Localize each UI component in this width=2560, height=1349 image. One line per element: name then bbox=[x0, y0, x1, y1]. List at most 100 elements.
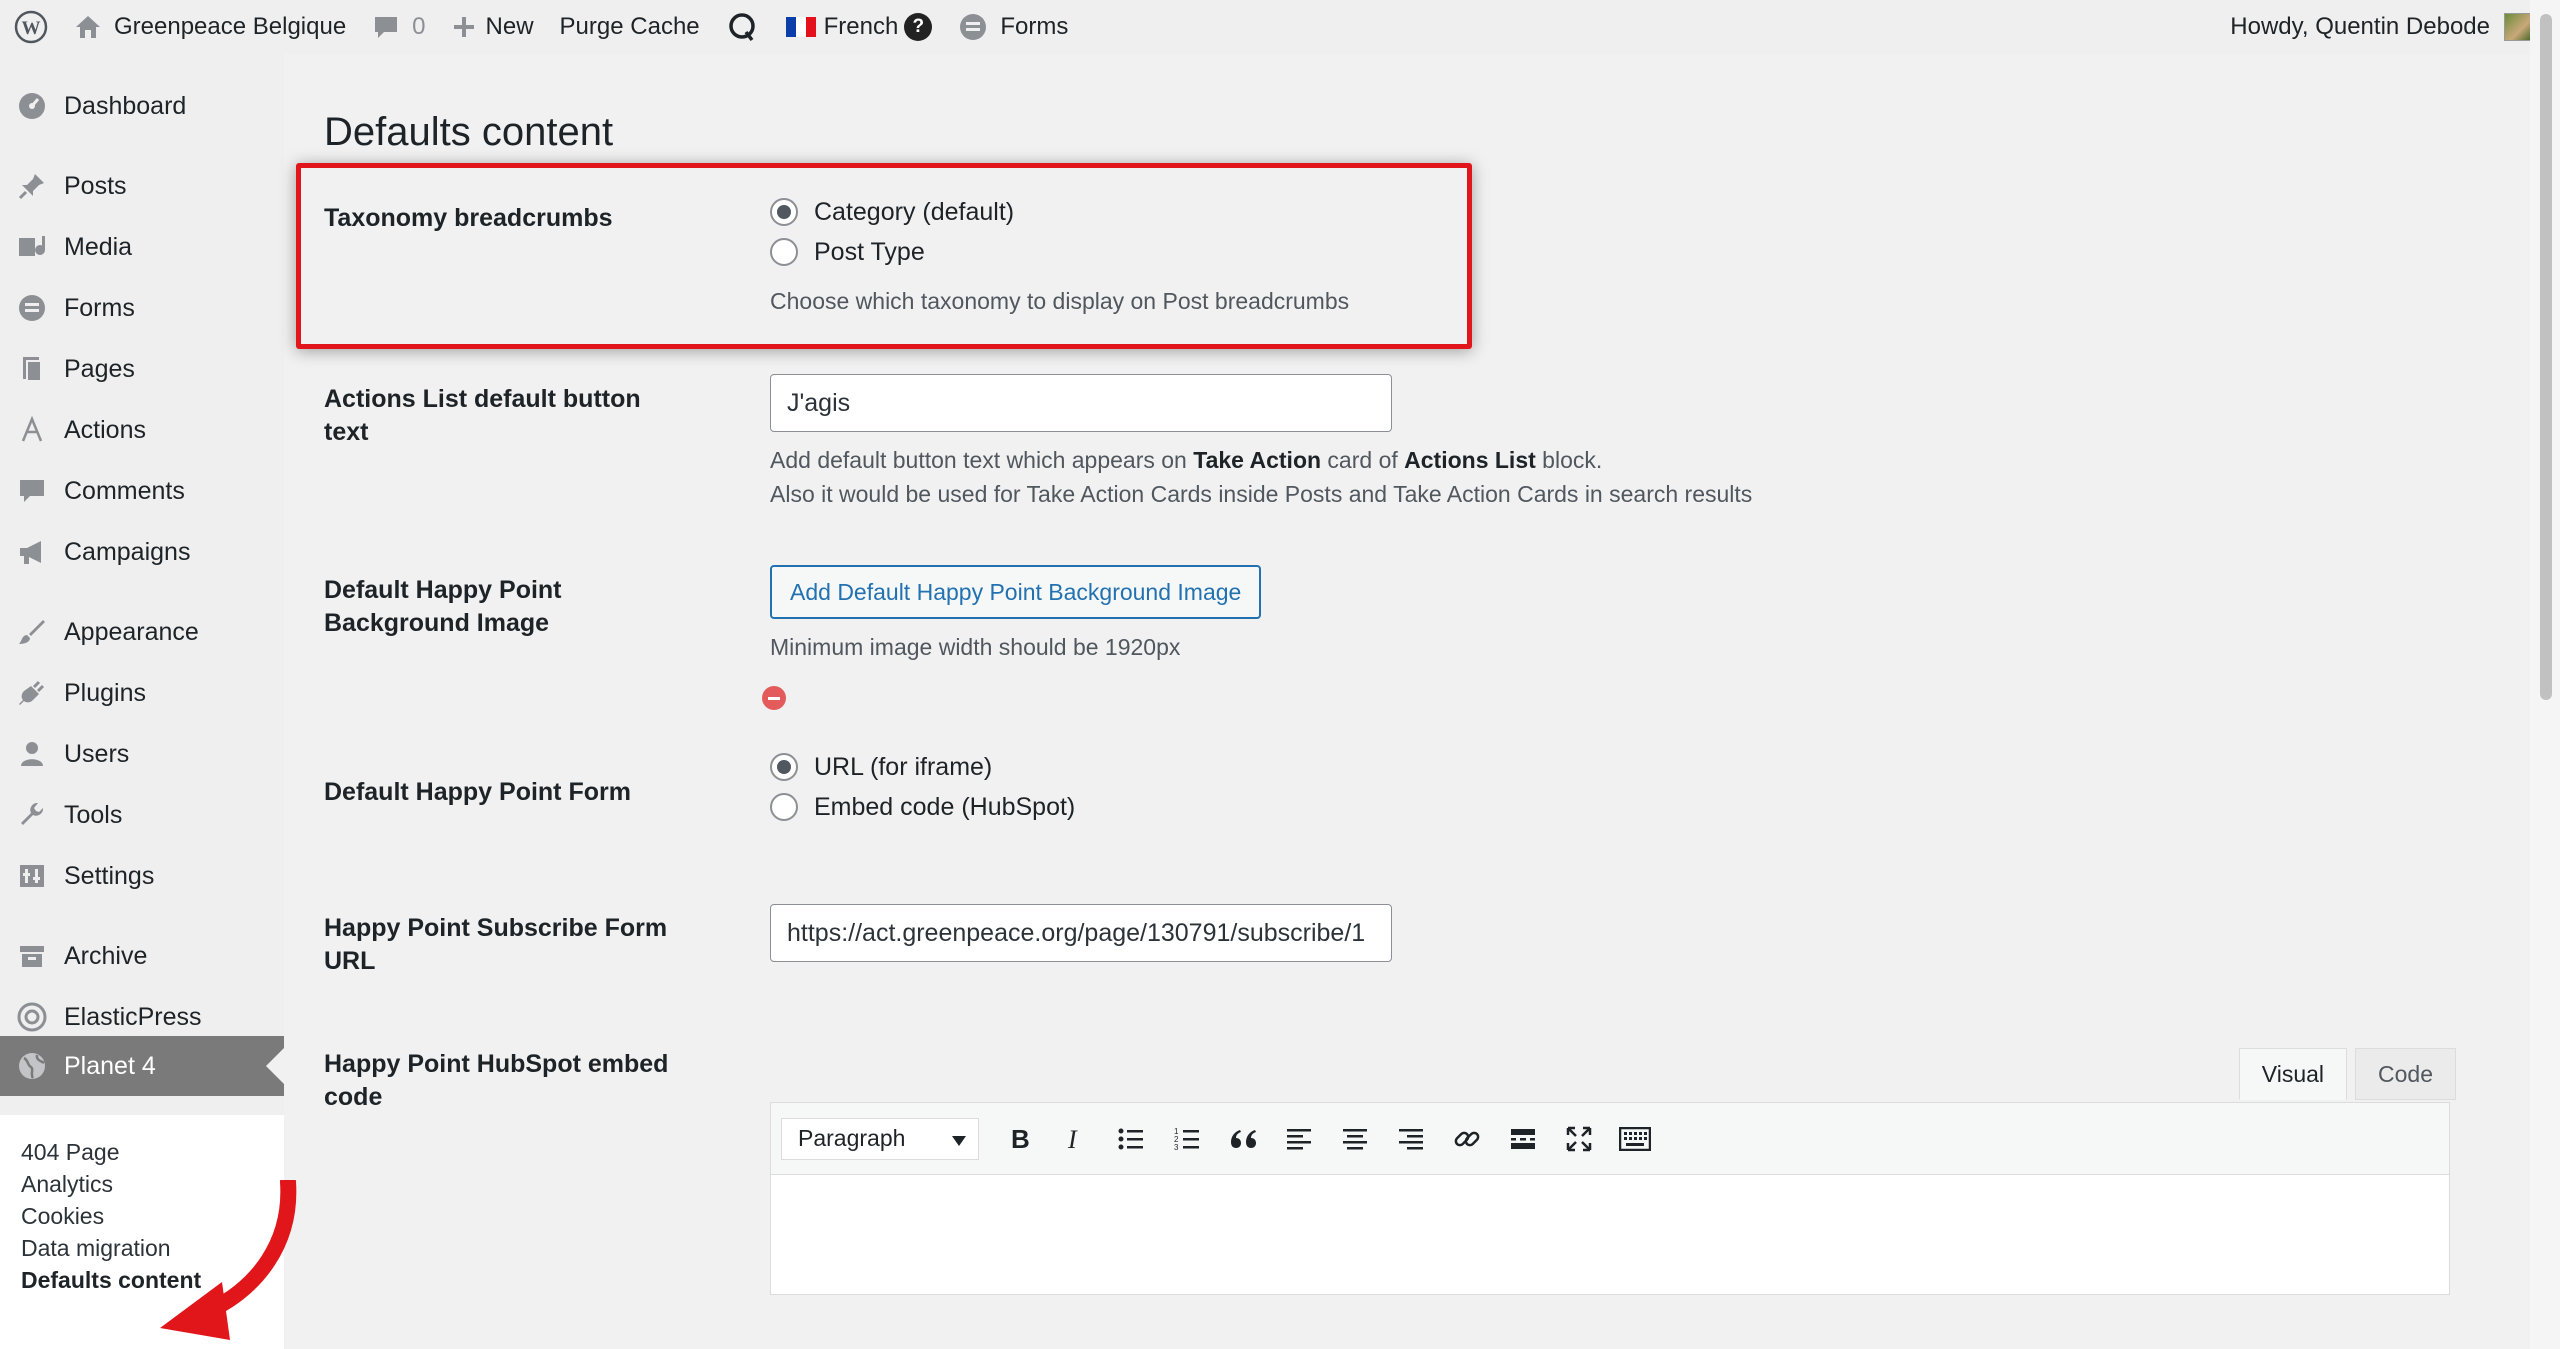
remove-image-icon[interactable] bbox=[762, 686, 786, 710]
highlight-annotation-box bbox=[296, 163, 1472, 349]
format-select-value: Paragraph bbox=[798, 1125, 906, 1151]
add-happy-point-bg-button[interactable]: Add Default Happy Point Background Image bbox=[770, 565, 1262, 619]
editor-toolbar: Paragraph B I 123 bbox=[771, 1103, 2449, 1175]
actions-list-description: Add default button text which appears on… bbox=[770, 443, 1970, 511]
sidebar-item-settings[interactable]: Settings bbox=[0, 851, 284, 901]
toolbar-toggle-icon[interactable] bbox=[1607, 1115, 1663, 1163]
howdy-text: Howdy, Quentin Debode bbox=[2230, 13, 2490, 40]
pages-icon bbox=[16, 353, 48, 385]
sidebar-item-label: Actions bbox=[64, 415, 146, 444]
sidebar-item-label: Campaigns bbox=[64, 537, 191, 566]
bold-icon[interactable]: B bbox=[991, 1115, 1047, 1163]
sidebar-item-label: Tools bbox=[64, 800, 123, 829]
happy-point-form-label: Default Happy Point Form bbox=[324, 778, 631, 806]
sidebar-item-pages[interactable]: Pages bbox=[0, 344, 284, 394]
sidebar-item-label: Users bbox=[64, 739, 130, 768]
sidebar-item-label: Archive bbox=[64, 941, 148, 970]
settings-icon bbox=[16, 860, 48, 892]
editor-tabs: Visual Code bbox=[2231, 1048, 2456, 1100]
read-more-icon[interactable] bbox=[1495, 1115, 1551, 1163]
radio-embed-code[interactable] bbox=[770, 793, 798, 821]
sidebar-item-archive[interactable]: Archive bbox=[0, 931, 284, 981]
query-monitor-icon[interactable] bbox=[713, 0, 773, 54]
bullet-list-icon[interactable] bbox=[1103, 1115, 1159, 1163]
hubspot-editor: Paragraph B I 123 bbox=[770, 1102, 2450, 1295]
sidebar-item-label: Posts bbox=[64, 171, 127, 200]
sidebar-item-forms[interactable]: Forms bbox=[0, 283, 284, 333]
desc-text: block. bbox=[1535, 447, 1603, 473]
hubspot-embed-label: Happy Point HubSpot embed code bbox=[324, 1050, 669, 1111]
comments-count: 0 bbox=[412, 13, 426, 40]
wordpress-logo-icon[interactable]: W bbox=[0, 0, 61, 54]
language-label: French bbox=[823, 13, 899, 40]
sidebar-item-label: Pages bbox=[64, 354, 135, 383]
purge-cache-link[interactable]: Purge Cache bbox=[547, 0, 713, 54]
italic-icon[interactable]: I bbox=[1047, 1115, 1103, 1163]
home-icon bbox=[74, 14, 102, 40]
avatar bbox=[2504, 13, 2532, 41]
paragraph-format-select[interactable]: Paragraph bbox=[781, 1117, 979, 1160]
submenu-item-analytics[interactable]: Analytics bbox=[21, 1171, 113, 1198]
forms-icon bbox=[958, 12, 988, 42]
sidebar-item-media[interactable]: Media bbox=[0, 222, 284, 272]
sidebar-item-dashboard[interactable]: Dashboard bbox=[0, 81, 284, 131]
chevron-down-icon bbox=[952, 1125, 966, 1152]
radio-url-iframe[interactable] bbox=[770, 753, 798, 781]
new-label: New bbox=[485, 13, 534, 40]
svg-text:I: I bbox=[1067, 1126, 1078, 1152]
radio-option-url-iframe[interactable]: URL (for iframe) bbox=[770, 747, 1075, 787]
svg-text:W: W bbox=[22, 18, 41, 39]
align-left-icon[interactable] bbox=[1271, 1115, 1327, 1163]
numbered-list-icon[interactable]: 123 bbox=[1159, 1115, 1215, 1163]
editor-body[interactable] bbox=[771, 1175, 2449, 1295]
happy-point-bg-description: Minimum image width should be 1920px bbox=[770, 634, 1181, 660]
comments-link[interactable]: 0 bbox=[359, 0, 438, 54]
media-icon bbox=[16, 231, 48, 263]
link-icon[interactable] bbox=[1439, 1115, 1495, 1163]
sidebar-item-campaigns[interactable]: Campaigns bbox=[0, 527, 284, 577]
align-right-icon[interactable] bbox=[1383, 1115, 1439, 1163]
my-account-link[interactable]: Howdy, Quentin Debode bbox=[2230, 0, 2532, 54]
megaphone-icon bbox=[16, 536, 48, 568]
archive-icon bbox=[16, 940, 48, 972]
sidebar-item-appearance[interactable]: Appearance bbox=[0, 607, 284, 657]
site-name-link[interactable]: Greenpeace Belgique bbox=[61, 0, 359, 54]
sidebar-item-posts[interactable]: Posts bbox=[0, 161, 284, 211]
tab-code[interactable]: Code bbox=[2355, 1048, 2456, 1100]
elasticpress-icon bbox=[16, 1001, 48, 1033]
radio-option-embed-code[interactable]: Embed code (HubSpot) bbox=[770, 787, 1075, 827]
globe-icon bbox=[16, 1050, 48, 1082]
page-scrollbar[interactable] bbox=[2530, 0, 2560, 1349]
french-flag-icon bbox=[785, 17, 816, 37]
admin-bar: W Greenpeace Belgique 0 New Purge Cache … bbox=[0, 0, 2560, 54]
happy-point-form-radio-group: URL (for iframe) Embed code (HubSpot) bbox=[770, 747, 1075, 827]
radio-label: URL (for iframe) bbox=[814, 752, 993, 781]
new-content-link[interactable]: New bbox=[439, 0, 547, 54]
forms-label: Forms bbox=[1000, 13, 1069, 40]
dashboard-icon bbox=[16, 90, 48, 122]
sidebar-item-plugins[interactable]: Plugins bbox=[0, 668, 284, 718]
desc-text: card of bbox=[1321, 447, 1405, 473]
submenu-item-404-page[interactable]: 404 Page bbox=[21, 1139, 119, 1166]
fullscreen-icon[interactable] bbox=[1551, 1115, 1607, 1163]
align-center-icon[interactable] bbox=[1327, 1115, 1383, 1163]
sidebar-item-label: Media bbox=[64, 232, 133, 261]
scrollbar-thumb[interactable] bbox=[2540, 14, 2552, 700]
submenu-item-cookies[interactable]: Cookies bbox=[21, 1203, 104, 1230]
svg-text:B: B bbox=[1011, 1126, 1030, 1152]
subscribe-url-input[interactable]: https://act.greenpeace.org/page/130791/s… bbox=[770, 904, 1392, 962]
tab-visual[interactable]: Visual bbox=[2238, 1048, 2348, 1100]
sidebar-item-tools[interactable]: Tools bbox=[0, 790, 284, 840]
help-icon[interactable]: ? bbox=[904, 13, 933, 41]
radio-label: Embed code (HubSpot) bbox=[814, 792, 1076, 821]
language-switcher[interactable]: French ? bbox=[773, 0, 946, 54]
actions-list-button-text-input[interactable]: J'agis bbox=[770, 374, 1392, 432]
sidebar-item-planet4[interactable]: Planet 4 bbox=[0, 1036, 284, 1096]
sidebar-item-comments[interactable]: Comments bbox=[0, 466, 284, 516]
sidebar-item-label: Settings bbox=[64, 861, 155, 890]
sidebar-item-actions[interactable]: Actions bbox=[0, 405, 284, 455]
sidebar-item-users[interactable]: Users bbox=[0, 729, 284, 779]
blockquote-icon[interactable] bbox=[1215, 1115, 1271, 1163]
forms-link[interactable]: Forms bbox=[945, 0, 1081, 54]
sidebar-item-elasticpress[interactable]: ElasticPress bbox=[0, 992, 284, 1042]
